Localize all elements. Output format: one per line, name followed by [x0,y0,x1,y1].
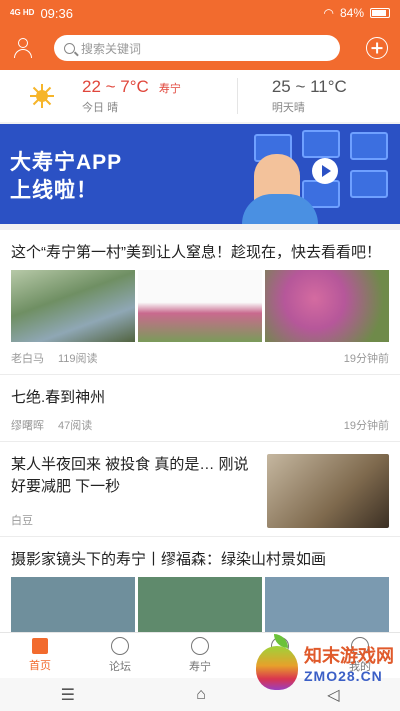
thumbnail-row [11,577,389,632]
plus-icon[interactable] [366,37,388,59]
status-bar: 4G HD 09:36 ◠ 84% [0,0,400,26]
news-reads: 119阅读 [58,353,98,365]
weather-divider [236,78,238,114]
news-feed: 这个“寿宁第一村”美到让人窒息！趁现在，快去看看吧！ 老白马 119阅读 19分… [0,230,400,632]
play-icon [312,158,338,184]
tab-label: 消息 [269,661,291,673]
thumbnail-image [267,454,389,528]
thumbnail-image [11,577,135,632]
tab-label: 寿宁 [189,661,211,673]
menu-icon[interactable]: ☰ [61,685,75,705]
user-icon[interactable] [12,37,34,59]
news-card[interactable]: 这个“寿宁第一村”美到让人窒息！趁现在，快去看看吧！ 老白马 119阅读 19分… [0,230,400,375]
banner-screen [350,170,388,198]
tab-label: 论坛 [109,661,131,673]
shouning-icon [191,637,209,655]
news-title: 某人半夜回来 被投食 真的是… 刚说好要减肥 下一秒 [11,456,249,495]
tab-forum[interactable]: 论坛 [80,633,160,678]
tomorrow-condition: 晴 [293,102,305,114]
battery-icon [370,8,390,18]
banner-subtitle: 上线啦！ [10,179,98,202]
news-reads: 47阅读 [58,420,93,432]
news-source: 缪曙晖 [11,420,44,432]
banner-screen [302,130,340,158]
forum-icon [111,637,129,655]
today-condition: 晴 [107,102,119,114]
back-icon[interactable]: ◁ [327,685,339,705]
news-source: 白豆 [11,515,33,527]
tab-label: 我的 [349,661,371,673]
tab-messages[interactable]: 消息 [240,633,320,678]
news-card[interactable]: 七绝.春到神州 缪曙晖 47阅读 19分钟前 [0,375,400,442]
search-input[interactable]: 搜索关键词 [54,35,340,61]
search-icon [64,42,75,54]
tomorrow-temp: 25 ~ 11°C [271,77,347,96]
status-time: 09:36 [40,5,73,21]
thumbnail-image [11,270,135,342]
news-card[interactable]: 某人半夜回来 被投食 真的是… 刚说好要减肥 下一秒 白豆 [0,442,400,537]
thumbnail-image [138,270,262,342]
home-icon [32,638,48,654]
news-title: 七绝.春到神州 [11,389,106,406]
message-icon [271,637,289,655]
thumbnail-image [265,270,389,342]
sun-icon [30,84,54,108]
weather-city: 寿宁 [158,83,181,95]
promo-banner[interactable]: 大寿宁APP 上线啦！ [0,124,400,224]
news-meta: 老白马 119阅读 19分钟前 [11,350,389,366]
weather-tomorrow: 25 ~ 11°C 明天晴 [272,77,347,115]
news-time: 19分钟前 [343,353,389,365]
search-placeholder: 搜索关键词 [81,41,142,56]
profile-icon [351,637,369,655]
tab-mine[interactable]: 我的 [320,633,400,678]
tab-label: 首页 [29,660,51,672]
tab-home[interactable]: 首页 [0,633,80,678]
app-header: 搜索关键词 [0,26,400,70]
signal-icon: 4G HD [10,8,35,17]
news-title: 这个“寿宁第一村”美到让人窒息！趁现在，快去看看吧！ [11,244,381,261]
today-temp: 22 ~ 7°C [82,77,149,96]
tomorrow-label: 明天 [271,102,294,114]
news-card[interactable]: 摄影家镜头下的寿宁丨缪福森：绿染山村景如画 [0,537,400,632]
wifi-icon: ◠ [323,6,334,20]
news-meta: 白豆 [11,512,255,528]
tab-shouning[interactable]: 寿宁 [160,633,240,678]
banner-title: 大寿宁APP [10,151,123,174]
thumbnail-row [11,270,389,342]
weather-today: 22 ~ 7°C 寿宁 今日 晴 [82,77,181,115]
bottom-tab-bar: 首页 论坛 寿宁 消息 我的 [0,632,400,678]
news-time: 19分钟前 [343,420,389,432]
home-nav-icon[interactable]: ⌂ [196,686,206,704]
today-label: 今日 [82,102,104,114]
banner-screen [350,132,388,160]
news-meta: 缪曙晖 47阅读 19分钟前 [11,417,389,433]
battery-percent: 84% [339,6,364,20]
weather-panel[interactable]: 22 ~ 7°C 寿宁 今日 晴 25 ~ 11°C 明天晴 [0,70,400,122]
news-source: 老白马 [11,353,44,365]
system-nav-bar: ☰ ⌂ ◁ [0,678,400,711]
thumbnail-image [265,577,389,632]
thumbnail-image [138,577,262,632]
news-title: 摄影家镜头下的寿宁丨缪福森：绿染山村景如画 [11,551,327,568]
